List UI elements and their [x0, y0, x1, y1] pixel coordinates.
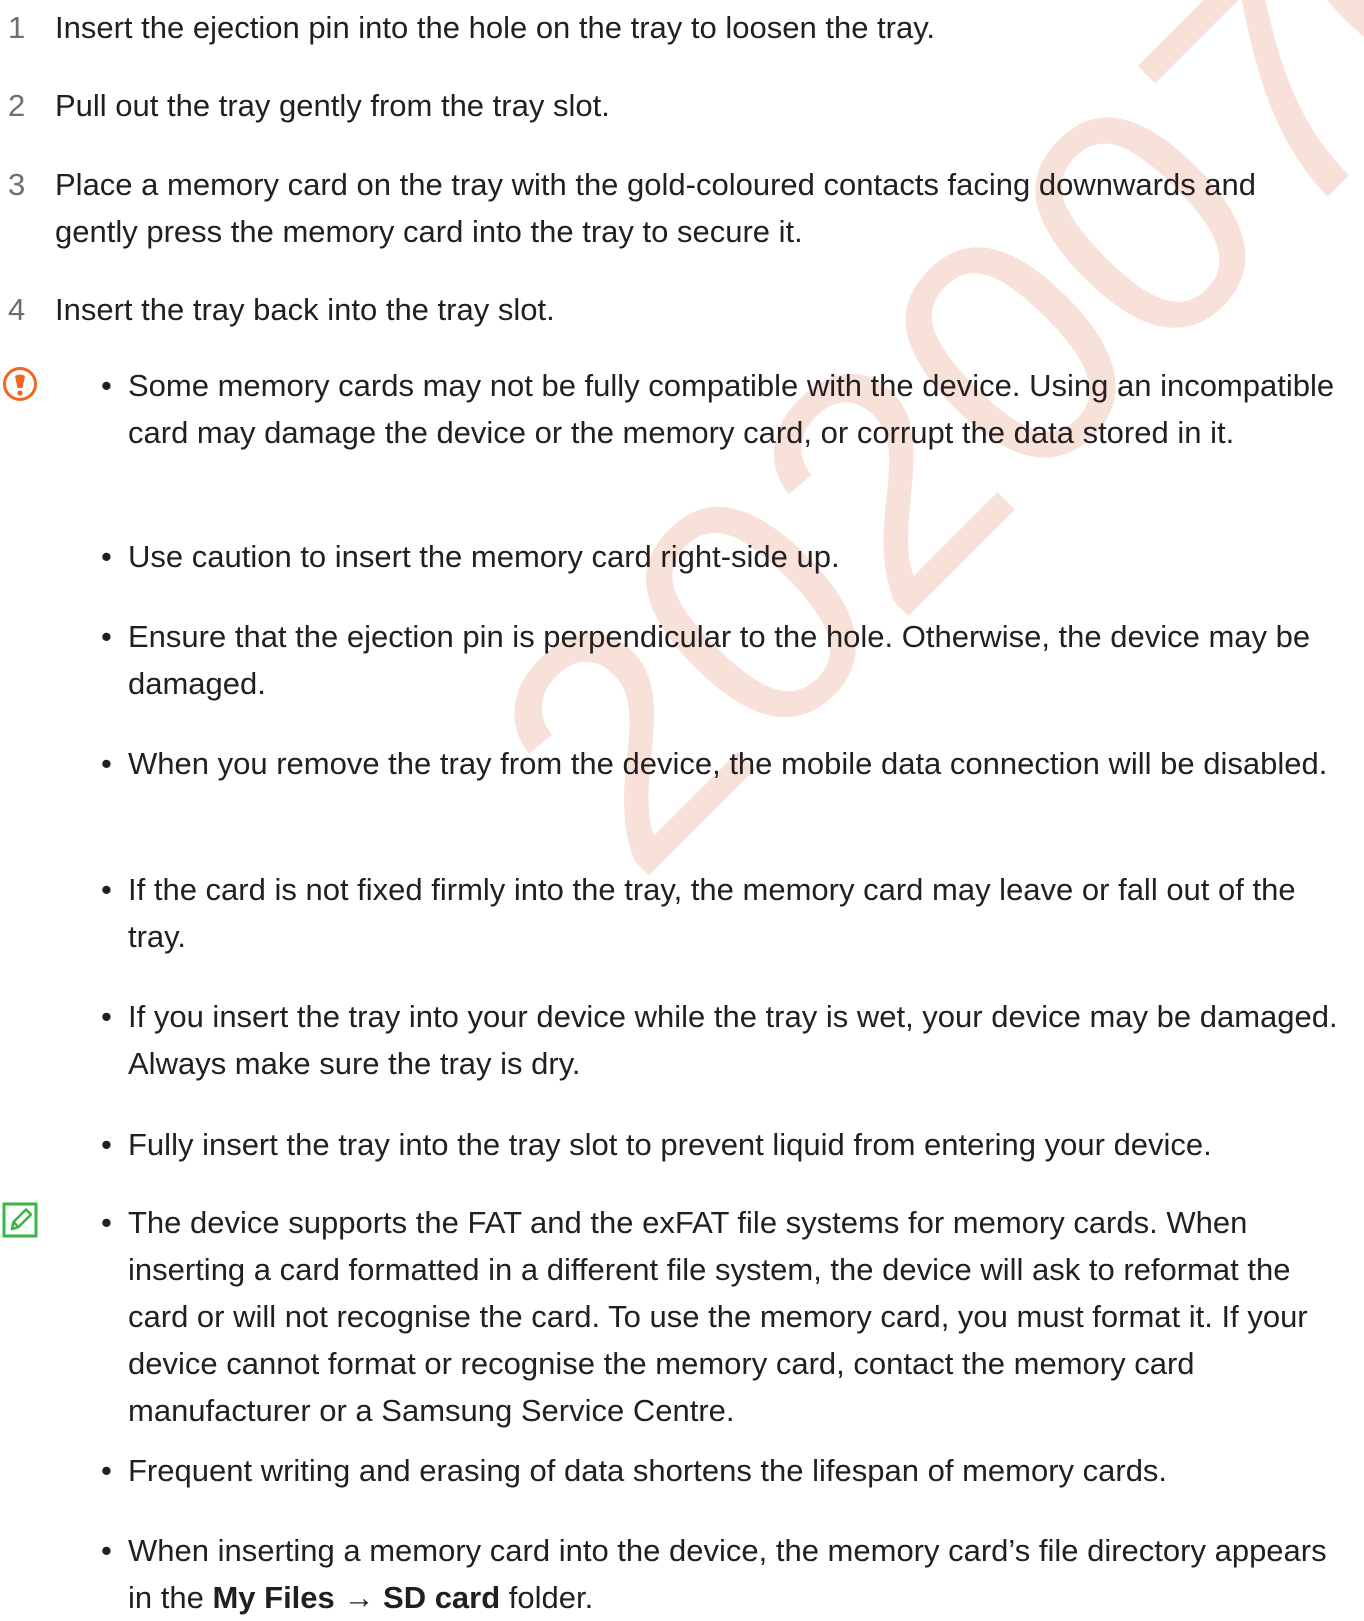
bullet-dot: • [101, 1453, 112, 1488]
bullet-dot: • [101, 1205, 112, 1240]
bullet-text: Fully insert the tray into the tray slot… [128, 1127, 1212, 1162]
bullet-dot: • [101, 746, 112, 781]
bullet-text-part: folder. [500, 1580, 594, 1615]
bullet-text: If the card is not fixed firmly into the… [128, 872, 1296, 954]
step-number: 4 [8, 292, 26, 327]
step-text: Pull out the tray gently from the tray s… [55, 88, 610, 123]
bullet-text: If you insert the tray into your device … [128, 999, 1338, 1081]
bullet-dot: • [101, 999, 112, 1034]
caution-icon [3, 367, 37, 401]
document-page: 2020070 1 Insert the ejection pin into t… [0, 0, 1364, 1615]
step-text: Insert the tray back into the tray slot. [55, 292, 555, 327]
bullet-text: When you remove the tray from the device… [128, 746, 1328, 781]
bullet-text: Ensure that the ejection pin is perpendi… [128, 619, 1311, 701]
bullet-text: Use caution to insert the memory card ri… [128, 539, 840, 574]
bullet-dot: • [101, 1127, 112, 1162]
bullet-text: When inserting a memory card into the de… [128, 1527, 1354, 1621]
bullet-dot: • [101, 1533, 112, 1568]
step-number: 2 [8, 88, 26, 123]
menu-path-my-files: My Files [212, 1580, 335, 1615]
step-text: Insert the ejection pin into the hole on… [55, 10, 936, 45]
bullet-text: Frequent writing and erasing of data sho… [128, 1453, 1168, 1488]
bullet-text: The device supports the FAT and the exFA… [128, 1205, 1308, 1428]
bullet-text: Some memory cards may not be fully compa… [128, 368, 1335, 450]
menu-path-sd-card: SD card [383, 1580, 501, 1615]
bullet-dot: • [101, 872, 112, 907]
bullet-dot: • [101, 368, 112, 403]
bullet-dot: • [101, 539, 112, 574]
step-number: 1 [8, 10, 26, 45]
bullet-dot: • [101, 619, 112, 654]
note-pencil-icon [2, 1202, 38, 1238]
menu-path-arrow: → [334, 1580, 384, 1615]
step-text: Place a memory card on the tray with the… [55, 167, 1257, 249]
step-number: 3 [8, 167, 26, 202]
